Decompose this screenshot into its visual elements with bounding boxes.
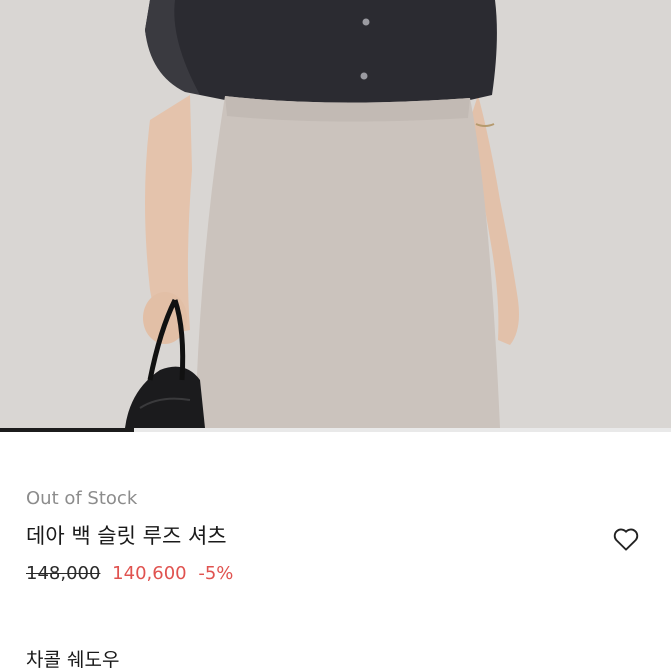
heart-outline-icon <box>613 528 639 551</box>
product-title: 데아 백 슬릿 루즈 셔츠 <box>26 524 227 548</box>
sale-price: 140,600 <box>112 563 187 584</box>
original-price: 148,000 <box>26 563 101 584</box>
color-variant: 차콜 쉐도우 <box>26 649 120 671</box>
product-image[interactable] <box>0 0 671 428</box>
stock-status: Out of Stock <box>26 488 138 509</box>
wishlist-button[interactable] <box>611 524 641 554</box>
gallery-progress-fill <box>0 428 135 432</box>
gallery-progress-bar <box>0 428 671 432</box>
discount-rate: -5% <box>198 563 234 584</box>
price-row: 148,000 140,600 -5% <box>26 563 233 584</box>
model-photo <box>0 0 671 428</box>
